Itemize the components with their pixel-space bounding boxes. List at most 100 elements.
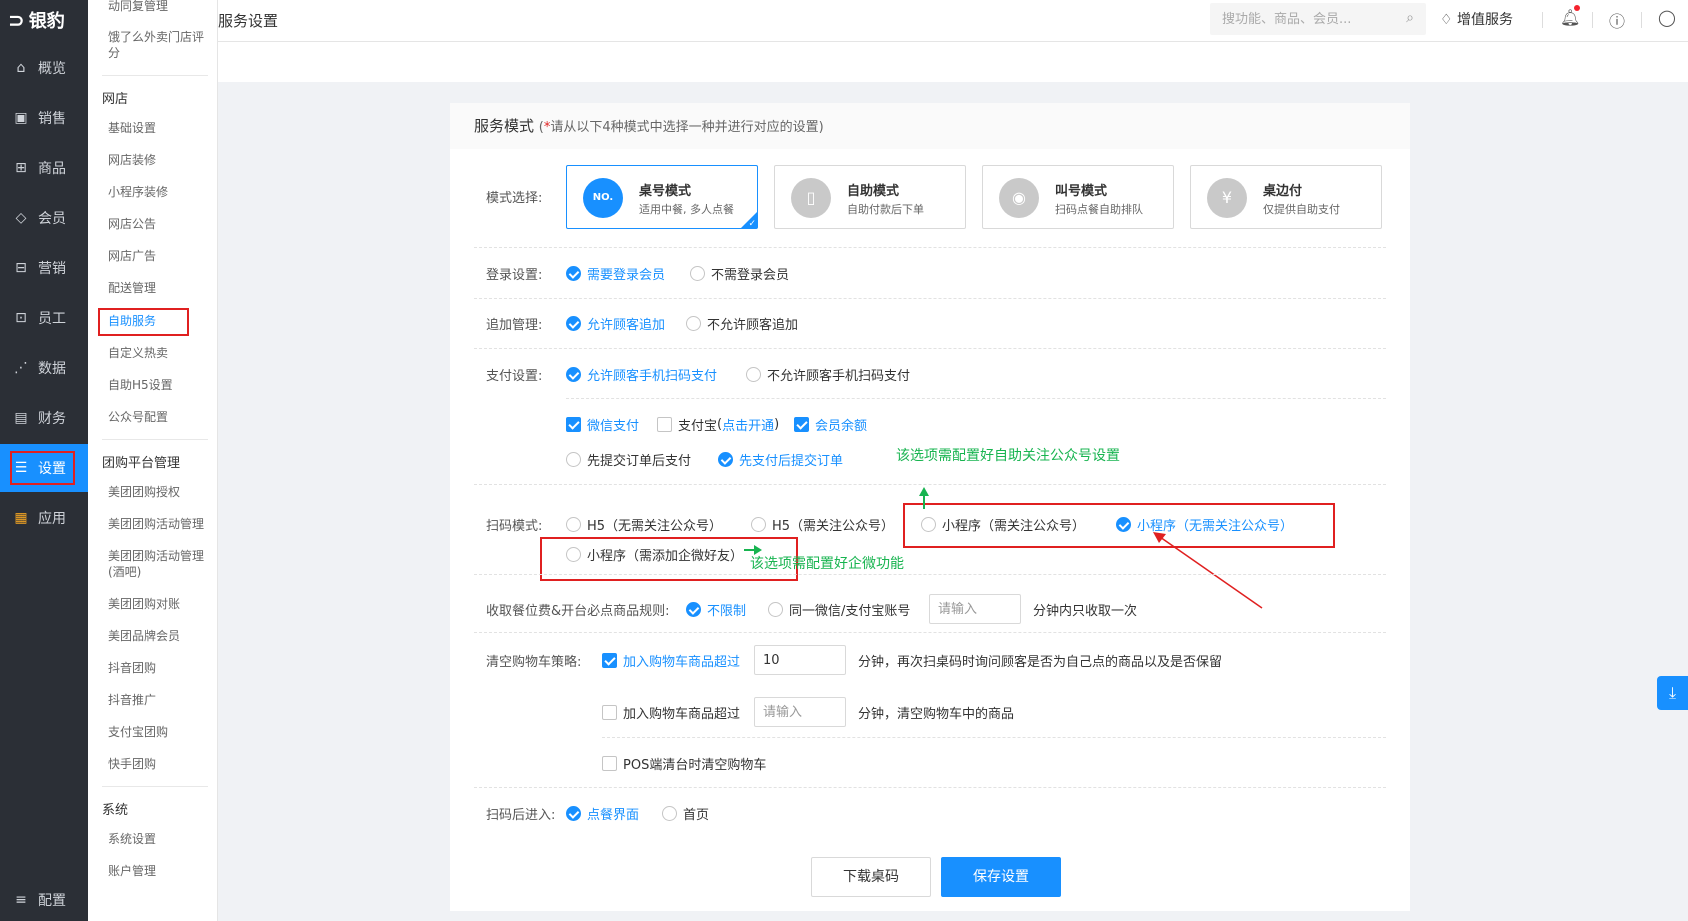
fee-minutes-input[interactable] — [929, 594, 1021, 624]
cart-keep-checkbox[interactable]: 加入购物车商品超过 — [602, 651, 740, 670]
subnav-item[interactable]: 基础设置 — [108, 120, 212, 136]
row-divider — [566, 398, 1386, 399]
help-icon[interactable]: ⓘ — [1609, 8, 1625, 32]
subnav-item[interactable]: 自助H5设置 — [108, 377, 212, 393]
subnav-item[interactable]: 账户管理 — [108, 863, 212, 879]
subnav-item[interactable]: 美团品牌会员 — [108, 628, 212, 644]
subnav-item[interactable]: 网店公告 — [108, 216, 212, 232]
phone-icon: ▯ — [791, 178, 831, 218]
option-label: H5（需关注公众号） — [772, 519, 895, 534]
header-divider — [1641, 12, 1642, 28]
mode-card-tablepay[interactable]: ¥ 桌边付 仅提供自助支付 — [1190, 165, 1382, 229]
checkbox-unchecked — [657, 417, 672, 432]
subnav-item[interactable]: 配送管理 — [108, 280, 212, 296]
cart-clear-checkbox[interactable]: 加入购物车商品超过 — [602, 703, 740, 722]
fee-unlimited-radio[interactable]: 不限制 — [686, 600, 746, 619]
append-allow-radio[interactable]: 允许顾客追加 — [566, 314, 665, 333]
nav-item-staff[interactable]: ⊡ 员工 — [0, 294, 88, 342]
scan-h5-no-follow-radio[interactable]: H5（无需关注公众号） — [566, 515, 722, 534]
nav-item-overview[interactable]: ⌂ 概览 — [0, 44, 88, 92]
subnav-item[interactable]: 美团团购授权 — [108, 484, 212, 500]
nav-item-member[interactable]: ◇ 会员 — [0, 194, 88, 242]
option-label: 不允许顾客追加 — [707, 318, 799, 333]
subnav-item[interactable]: 抖音团购 — [108, 660, 212, 676]
alipay-open-link[interactable]: 点击开通 — [722, 415, 774, 434]
subnav-item[interactable]: 抖音推广 — [108, 692, 212, 708]
save-settings-button[interactable]: 保存设置 — [941, 857, 1061, 897]
after-scan-order-radio[interactable]: 点餐界面 — [566, 804, 639, 823]
user-icon[interactable]: ◯ — [1658, 8, 1676, 27]
option-label: 不限制 — [707, 604, 747, 619]
cart-keep-minutes-input[interactable] — [754, 645, 846, 675]
subnav-item[interactable]: 小程序装修 — [108, 184, 212, 200]
brand-logo[interactable]: ⊃ 银豹 — [0, 0, 88, 40]
fee-same-account-radio[interactable]: 同一微信/支付宝账号 — [768, 600, 910, 619]
pos-clear-cart-checkbox[interactable]: POS端清台时清空购物车 — [602, 754, 766, 773]
subnav-item[interactable]: 网店装修 — [108, 152, 212, 168]
search-input[interactable] — [1210, 3, 1390, 35]
nav-item-config[interactable]: ≡ 配置 — [0, 876, 88, 921]
login-not-required-radio[interactable]: 不需登录会员 — [690, 264, 789, 283]
checkbox-checked — [794, 417, 809, 432]
checkbox-checked — [566, 417, 581, 432]
row-divider — [474, 484, 1386, 485]
search-icon[interactable]: ⌕ — [1406, 10, 1414, 26]
row-divider — [474, 787, 1386, 788]
download-icon[interactable]: ⤓ — [1657, 676, 1688, 710]
cart-clear-minutes-input[interactable] — [754, 697, 846, 727]
subnav-item[interactable]: 快手团购 — [108, 756, 212, 772]
mode-card-call[interactable]: ◉ 叫号模式 扫码点餐自助排队 — [982, 165, 1174, 229]
subnav-item[interactable]: 饿了么外卖门店评分 — [108, 29, 212, 61]
subnav-item[interactable]: 动同复管理 — [108, 0, 212, 14]
alipay-checkbox[interactable]: 支付宝(点击开通) — [657, 415, 779, 434]
option-label: 先提交订单后支付 — [587, 454, 692, 469]
subnav-item[interactable]: 公众号配置 — [108, 409, 212, 425]
radio-unchecked — [690, 266, 705, 281]
mode-card-self[interactable]: ▯ 自助模式 自助付款后下单 — [774, 165, 966, 229]
mode-card-table[interactable]: NO. 桌号模式 适用中餐, 多人点餐 ✓ — [566, 165, 758, 229]
member-icon: ◇ — [15, 210, 27, 226]
login-required-radio[interactable]: 需要登录会员 — [566, 264, 665, 283]
order-first-radio[interactable]: 先提交订单后支付 — [566, 450, 691, 469]
wechat-pay-checkbox[interactable]: 微信支付 — [566, 415, 639, 434]
scan-h5-follow-radio[interactable]: H5（需关注公众号） — [751, 515, 894, 534]
nav-item-data[interactable]: ⋰ 数据 — [0, 344, 88, 392]
nav-item-finance[interactable]: ▤ 财务 — [0, 394, 88, 442]
fee-label: 收取餐位费&开台必点商品规则: — [486, 604, 670, 619]
mode-subtitle: 扫码点餐自助排队 — [1055, 203, 1143, 216]
subnav-item[interactable]: 美团团购活动管理(酒吧) — [108, 548, 212, 580]
mode-subtitle: 仅提供自助支付 — [1263, 203, 1340, 216]
member-balance-checkbox[interactable]: 会员余额 — [794, 415, 867, 434]
append-deny-radio[interactable]: 不允许顾客追加 — [686, 314, 798, 333]
nav-item-marketing[interactable]: ⊟ 营销 — [0, 244, 88, 292]
option-label: 不需登录会员 — [711, 268, 790, 283]
after-scan-home-radio[interactable]: 首页 — [662, 804, 709, 823]
subnav-divider — [102, 439, 208, 440]
subnav-item-self-service[interactable]: 自助服务 — [108, 313, 212, 329]
pay-first-radio[interactable]: 先支付后提交订单 — [718, 450, 843, 469]
nav-item-settings[interactable]: ☰ 设置 — [0, 444, 88, 492]
mode-subtitle: 适用中餐, 多人点餐 — [639, 203, 734, 216]
radio-checked — [566, 806, 581, 821]
checkbox-unchecked — [602, 756, 617, 771]
pay-allow-radio[interactable]: 允许顾客手机扫码支付 — [566, 365, 717, 384]
option-label: POS端清台时清空购物车 — [623, 758, 767, 773]
pay-deny-radio[interactable]: 不允许顾客手机扫码支付 — [746, 365, 910, 384]
row-divider — [474, 298, 1386, 299]
subnav-item[interactable]: 美团团购活动管理 — [108, 516, 212, 532]
subnav-item[interactable]: 网店广告 — [108, 248, 212, 264]
nav-item-apps[interactable]: ▦ 应用 — [0, 494, 88, 542]
radio-checked — [686, 602, 701, 617]
option-label: 允许顾客追加 — [587, 318, 666, 333]
row-divider — [474, 247, 1386, 248]
sub-nav: 动同复管理 饿了么外卖门店评分 网店 基础设置 网店装修 小程序装修 网店公告 … — [88, 0, 218, 921]
search-box: ⌕ — [1210, 3, 1426, 35]
nav-item-goods[interactable]: ⊞ 商品 — [0, 144, 88, 192]
subnav-item[interactable]: 美团团购对账 — [108, 596, 212, 612]
subnav-item[interactable]: 系统设置 — [108, 831, 212, 847]
subnav-item[interactable]: 自定义热卖 — [108, 345, 212, 361]
value-added-button[interactable]: ♢ 增值服务 — [1440, 9, 1513, 29]
download-qr-button[interactable]: 下载桌码 — [811, 857, 931, 897]
nav-item-sales[interactable]: ▣ 销售 — [0, 94, 88, 142]
subnav-item[interactable]: 支付宝团购 — [108, 724, 212, 740]
